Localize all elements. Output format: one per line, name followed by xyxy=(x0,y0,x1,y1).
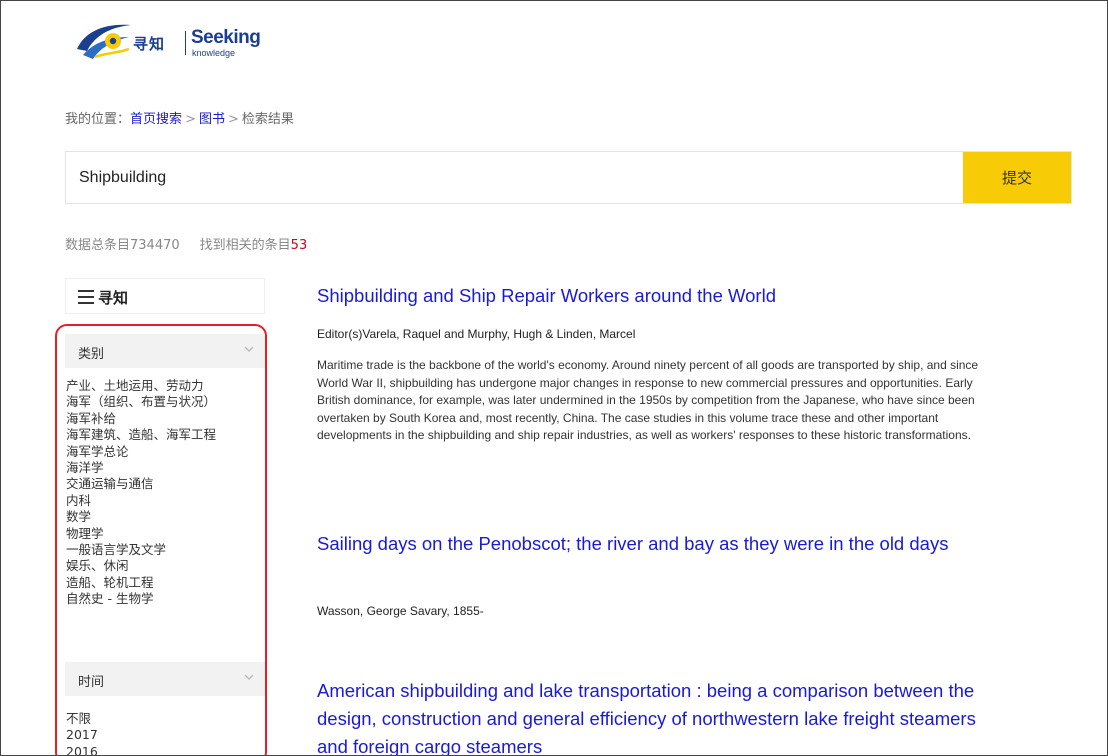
category-item[interactable]: 物理学 xyxy=(66,526,216,542)
breadcrumb: 我的位置：首页搜索 > 图书 > 检索结果 xyxy=(65,108,294,127)
category-filter-header[interactable]: 类别 xyxy=(65,334,265,368)
chevron-down-icon xyxy=(244,346,254,352)
page: 寻知 Seeking knowledge 我的位置：首页搜索>图书>检索结果 提… xyxy=(0,0,1108,756)
category-item[interactable]: 数学 xyxy=(66,509,216,525)
time-filter-label: 时间 xyxy=(78,675,105,690)
filter-panel: 类别 产业、土地运用、劳动力 海军（组织、布置与状况） 海军补给 海军建筑、造船… xyxy=(55,324,267,755)
result-stats: 数据总条目734470 找到相关的条目53 xyxy=(65,234,307,253)
logo-en-text: Seeking xyxy=(191,27,261,48)
category-item[interactable]: 海军学总论 xyxy=(66,444,216,460)
category-item[interactable]: 产业、土地运用、劳动力 xyxy=(66,378,216,394)
logo-en-subtext: knowledge xyxy=(192,48,236,58)
result-author: Editor(s)Varela, Raquel and Murphy, Hugh… xyxy=(317,327,636,341)
breadcrumb-home-link[interactable]: 首页搜索 xyxy=(130,112,182,127)
category-item[interactable]: 自然史 - 生物学 xyxy=(66,591,216,607)
breadcrumb-separator: > xyxy=(227,112,239,127)
menu-icon xyxy=(78,290,94,304)
breadcrumb-separator: > xyxy=(185,112,196,127)
logo-cn-text: 寻知 xyxy=(133,35,166,53)
chevron-down-icon xyxy=(244,674,254,680)
submit-button[interactable]: 提交 xyxy=(963,152,1071,203)
category-item[interactable]: 海军建筑、造船、海军工程 xyxy=(66,427,216,443)
sidebar-header[interactable]: 寻知 xyxy=(65,278,265,314)
category-item[interactable]: 海军补给 xyxy=(66,411,216,427)
category-filter-label: 类别 xyxy=(78,347,105,362)
category-item[interactable]: 娱乐、休闲 xyxy=(66,558,216,574)
result-title-link[interactable]: Sailing days on the Penobscot; the river… xyxy=(317,530,997,558)
search-bar: 提交 xyxy=(65,151,1072,204)
time-filter-header[interactable]: 时间 xyxy=(65,662,265,696)
breadcrumb-prefix: 我的位置： xyxy=(65,112,131,127)
result-author: Wasson, George Savary, 1855- xyxy=(317,604,484,618)
logo-swoosh-icon xyxy=(77,24,131,59)
category-item[interactable]: 海军（组织、布置与状况） xyxy=(66,394,216,410)
category-item[interactable]: 内科 xyxy=(66,493,216,509)
result-title-link[interactable]: American shipbuilding and lake transport… xyxy=(317,677,997,755)
category-item[interactable]: 交通运输与通信 xyxy=(66,476,216,492)
category-item[interactable]: 海洋学 xyxy=(66,460,216,476)
category-list: 产业、土地运用、劳动力 海军（组织、布置与状况） 海军补给 海军建筑、造船、海军… xyxy=(66,378,216,608)
category-item[interactable]: 一般语言学及文学 xyxy=(66,542,216,558)
time-list: 不限 2017 2016 xyxy=(66,711,98,755)
breadcrumb-current: 检索结果 xyxy=(241,112,294,127)
result-abstract: Maritime trade is the backbone of the wo… xyxy=(317,358,979,443)
sidebar-title: 寻知 xyxy=(98,289,129,307)
category-item[interactable]: 造船、轮机工程 xyxy=(66,575,216,591)
time-item[interactable]: 不限 xyxy=(66,711,98,727)
result-title-link[interactable]: Shipbuilding and Ship Repair Workers aro… xyxy=(317,282,997,310)
breadcrumb-books-link[interactable]: 图书 xyxy=(199,112,225,127)
time-item[interactable]: 2016 xyxy=(66,744,98,755)
total-count: 734470 xyxy=(130,238,180,253)
found-label: 找到相关的条目 xyxy=(199,238,291,253)
time-item[interactable]: 2017 xyxy=(66,727,98,743)
site-logo[interactable]: 寻知 Seeking knowledge xyxy=(75,19,275,67)
logo-divider xyxy=(185,31,186,55)
found-count: 53 xyxy=(290,238,308,253)
total-label: 数据总条目 xyxy=(65,238,131,253)
search-input[interactable] xyxy=(66,152,964,203)
